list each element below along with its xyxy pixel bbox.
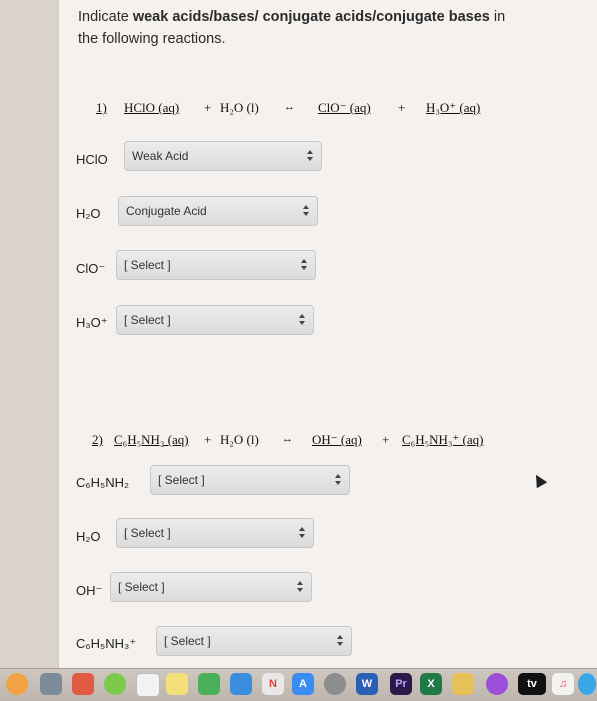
select-arrows-icon (335, 474, 341, 486)
messages-icon[interactable] (104, 673, 126, 695)
question-6-label: H₂O (76, 529, 101, 544)
photos-app-icon[interactable] (452, 673, 474, 695)
prompt-text-1: Indicate (78, 9, 133, 25)
select-arrows-icon (307, 150, 313, 162)
question-1-selected-value: Weak Acid (132, 149, 189, 163)
preview-icon[interactable] (230, 673, 252, 695)
select-arrows-icon (337, 635, 343, 647)
reaction-1-number: 1) (96, 100, 107, 115)
question-prompt: Indicate weak acids/bases/ conjugate aci… (78, 6, 518, 50)
podcasts-icon[interactable] (486, 673, 508, 695)
reaction-1-product-1: ClO⁻ (aq) (318, 100, 371, 115)
reaction-2-plus-1: + (204, 432, 212, 447)
question-8-select[interactable]: [ Select ] (156, 626, 352, 656)
reaction-1-equation: 1) HClO (aq) + H₂O (l) ↔ ClO⁻ (aq) + H₃O… (96, 100, 516, 118)
question-1-select[interactable]: Weak Acid (124, 141, 322, 171)
photos-icon[interactable] (72, 673, 94, 695)
chrome-icon[interactable] (136, 673, 160, 697)
question-8-label: C₆H₅NH₃⁺ (76, 636, 137, 651)
reaction-2-equation: 2) C₆H₅NH₂ (aq) + H₂O (l) ↔ OH⁻ (aq) + C… (92, 432, 522, 450)
prompt-bold-text: weak acids/bases/ conjugate acids/conjug… (132, 9, 490, 25)
question-5-select[interactable]: [ Select ] (150, 465, 350, 495)
select-arrows-icon (301, 259, 307, 271)
reaction-1-plus-2: + (398, 100, 406, 115)
safari-icon[interactable] (578, 673, 596, 695)
notes-icon[interactable] (166, 673, 188, 695)
macos-dock: N A W Pr X tv ♫ (0, 668, 597, 701)
reaction-2-arrow-icon: ↔ (282, 433, 293, 445)
question-4-selected-value: [ Select ] (124, 313, 171, 327)
question-3-selected-value: [ Select ] (124, 258, 171, 272)
question-3-label: ClO⁻ (76, 261, 106, 276)
reaction-2-plus-2: + (382, 432, 390, 447)
finder-icon[interactable] (6, 673, 28, 695)
excel-icon[interactable]: X (420, 673, 442, 695)
select-arrows-icon (297, 581, 303, 593)
question-1-label: HClO (76, 152, 108, 167)
word-icon[interactable]: W (356, 673, 378, 695)
question-7-label: OH⁻ (76, 583, 103, 598)
question-5-label: C₆H₅NH₂ (76, 475, 130, 490)
question-7-selected-value: [ Select ] (118, 580, 165, 594)
reaction-1-arrow-icon: ↔ (284, 101, 295, 113)
reaction-1-product-2: H₃O⁺ (aq) (426, 100, 481, 115)
settings-icon[interactable] (324, 673, 346, 695)
music-icon[interactable]: ♫ (552, 673, 574, 695)
reaction-2-number: 2) (92, 432, 103, 447)
question-6-selected-value: [ Select ] (124, 526, 171, 540)
select-arrows-icon (299, 314, 305, 326)
launchpad-icon[interactable] (40, 673, 62, 695)
select-arrows-icon (303, 205, 309, 217)
question-8-selected-value: [ Select ] (164, 634, 211, 648)
question-4-label: H₃O⁺ (76, 315, 108, 330)
question-4-select[interactable]: [ Select ] (116, 305, 314, 335)
question-7-select[interactable]: [ Select ] (110, 572, 312, 602)
question-2-selected-value: Conjugate Acid (126, 204, 207, 218)
question-5-selected-value: [ Select ] (158, 473, 205, 487)
news-icon[interactable]: N (262, 673, 284, 695)
premiere-icon[interactable]: Pr (390, 673, 412, 695)
reaction-1-plus-1: + (204, 100, 212, 115)
numbers-icon[interactable] (198, 673, 220, 695)
reaction-2-product-2: C₆H₅NH₃⁺ (aq) (402, 432, 484, 447)
reaction-2-reactant-1: C₆H₅NH₂ (aq) (114, 432, 189, 447)
reaction-2-reactant-2: H₂O (l) (220, 432, 259, 447)
question-2-select[interactable]: Conjugate Acid (118, 196, 318, 226)
question-6-select[interactable]: [ Select ] (116, 518, 314, 548)
reaction-1-reactant-2: H₂O (l) (220, 100, 259, 115)
select-arrows-icon (299, 527, 305, 539)
question-3-select[interactable]: [ Select ] (116, 250, 316, 280)
reaction-1-reactant-1: HClO (aq) (124, 100, 180, 115)
reaction-2-product-1: OH⁻ (aq) (312, 432, 362, 447)
app-store-icon[interactable]: A (292, 673, 314, 695)
tv-icon[interactable]: tv (518, 673, 546, 695)
question-2-label: H₂O (76, 206, 101, 221)
